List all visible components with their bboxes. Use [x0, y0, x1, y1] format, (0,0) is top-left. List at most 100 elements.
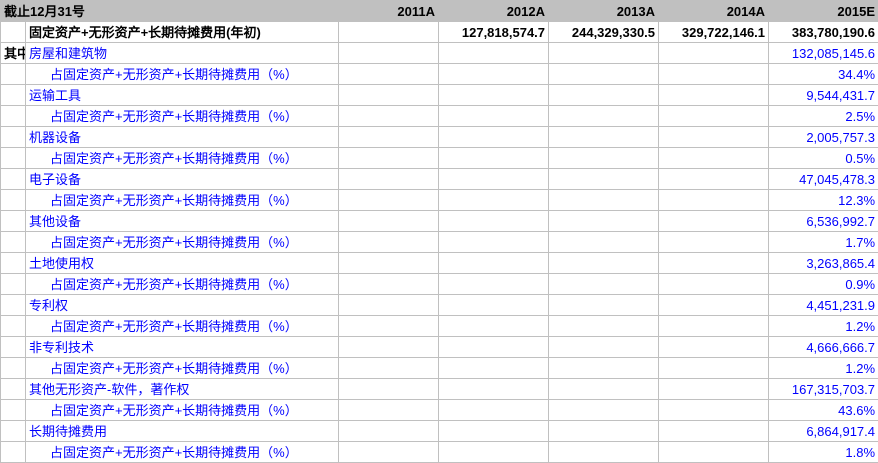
cell-empty[interactable] [549, 232, 659, 253]
item-value-2015[interactable]: 47,045,478.3 [769, 169, 878, 190]
cell-empty[interactable] [339, 232, 439, 253]
cell-empty[interactable] [659, 295, 769, 316]
ratio-label[interactable]: 占固定资产+无形资产+长期待摊费用（%） [26, 190, 339, 211]
cell-empty[interactable] [659, 253, 769, 274]
cell-empty[interactable] [659, 379, 769, 400]
cell-blank[interactable] [1, 400, 26, 421]
total-2014[interactable]: 329,722,146.1 [659, 22, 769, 43]
cell-blank[interactable] [1, 211, 26, 232]
item-value-2015[interactable]: 4,666,666.7 [769, 337, 878, 358]
cell-empty[interactable] [439, 85, 549, 106]
cell-blank[interactable] [1, 232, 26, 253]
item-label[interactable]: 其他设备 [26, 211, 339, 232]
cell-empty[interactable] [339, 169, 439, 190]
item-value-2015[interactable]: 132,085,145.6 [769, 43, 878, 64]
item-value-2015[interactable]: 6,864,917.4 [769, 421, 878, 442]
item-label[interactable]: 专利权 [26, 295, 339, 316]
cell-empty[interactable] [659, 190, 769, 211]
cell-blank[interactable] [1, 337, 26, 358]
total-2011[interactable] [339, 22, 439, 43]
cell-empty[interactable] [439, 442, 549, 463]
ratio-label[interactable]: 占固定资产+无形资产+长期待摊费用（%） [26, 106, 339, 127]
total-2012[interactable]: 127,818,574.7 [439, 22, 549, 43]
cell-empty[interactable] [549, 400, 659, 421]
cell-empty[interactable] [549, 358, 659, 379]
ratio-label[interactable]: 占固定资产+无形资产+长期待摊费用（%） [26, 64, 339, 85]
cell-empty[interactable] [439, 190, 549, 211]
cell-empty[interactable] [659, 232, 769, 253]
header-year-2012[interactable]: 2012A [439, 1, 549, 22]
cell-empty[interactable] [659, 358, 769, 379]
item-label[interactable]: 非专利技术 [26, 337, 339, 358]
ratio-label[interactable]: 占固定资产+无形资产+长期待摊费用（%） [26, 442, 339, 463]
cell-empty[interactable] [659, 85, 769, 106]
cell-empty[interactable] [439, 379, 549, 400]
cell-empty[interactable] [339, 316, 439, 337]
cell-empty[interactable] [439, 337, 549, 358]
cell-empty[interactable] [339, 43, 439, 64]
item-label[interactable]: 房屋和建筑物 [26, 43, 339, 64]
cell-empty[interactable] [549, 64, 659, 85]
item-label[interactable]: 电子设备 [26, 169, 339, 190]
cell-empty[interactable] [439, 358, 549, 379]
ratio-label[interactable]: 占固定资产+无形资产+长期待摊费用（%） [26, 400, 339, 421]
cell-empty[interactable] [549, 169, 659, 190]
cell-empty[interactable] [339, 64, 439, 85]
item-value-2015[interactable]: 167,315,703.7 [769, 379, 878, 400]
cell-empty[interactable] [659, 169, 769, 190]
cell-blank[interactable] [1, 442, 26, 463]
cell-blank[interactable] [1, 190, 26, 211]
cell-empty[interactable] [439, 295, 549, 316]
cell-blank[interactable] [1, 85, 26, 106]
cell-empty[interactable] [549, 148, 659, 169]
cell-empty[interactable] [659, 211, 769, 232]
total-2015[interactable]: 383,780,190.6 [769, 22, 878, 43]
cell-empty[interactable] [549, 379, 659, 400]
ratio-value-2015[interactable]: 12.3% [769, 190, 878, 211]
cell-empty[interactable] [549, 43, 659, 64]
ratio-value-2015[interactable]: 0.5% [769, 148, 878, 169]
cell-empty[interactable] [339, 127, 439, 148]
cell-empty[interactable] [549, 190, 659, 211]
ratio-value-2015[interactable]: 2.5% [769, 106, 878, 127]
cell-blank[interactable] [1, 106, 26, 127]
ratio-label[interactable]: 占固定资产+无形资产+长期待摊费用（%） [26, 316, 339, 337]
header-year-2014[interactable]: 2014A [659, 1, 769, 22]
ratio-label[interactable]: 占固定资产+无形资产+长期待摊费用（%） [26, 232, 339, 253]
ratio-value-2015[interactable]: 1.2% [769, 316, 878, 337]
cell-empty[interactable] [659, 64, 769, 85]
cell-empty[interactable] [339, 379, 439, 400]
total-2013[interactable]: 244,329,330.5 [549, 22, 659, 43]
item-label[interactable]: 长期待摊费用 [26, 421, 339, 442]
cell-empty[interactable] [439, 232, 549, 253]
cell-empty[interactable] [339, 85, 439, 106]
cell-blank[interactable] [1, 379, 26, 400]
cell-empty[interactable] [339, 148, 439, 169]
cell-empty[interactable] [339, 211, 439, 232]
item-label[interactable]: 其他无形资产-软件，著作权 [26, 379, 339, 400]
ratio-value-2015[interactable]: 1.7% [769, 232, 878, 253]
item-label[interactable]: 机器设备 [26, 127, 339, 148]
cell-blank[interactable] [1, 358, 26, 379]
row-prefix-label[interactable]: 其中： [1, 43, 26, 64]
cell-empty[interactable] [439, 316, 549, 337]
cell-empty[interactable] [659, 274, 769, 295]
cell-blank[interactable] [1, 274, 26, 295]
ratio-label[interactable]: 占固定资产+无形资产+长期待摊费用（%） [26, 274, 339, 295]
cell-blank[interactable] [1, 295, 26, 316]
header-year-2011[interactable]: 2011A [339, 1, 439, 22]
cell-empty[interactable] [549, 316, 659, 337]
cell-empty[interactable] [659, 421, 769, 442]
item-value-2015[interactable]: 6,536,992.7 [769, 211, 878, 232]
cell-empty[interactable] [549, 85, 659, 106]
ratio-label[interactable]: 占固定资产+无形资产+长期待摊费用（%） [26, 148, 339, 169]
cell-blank[interactable] [1, 316, 26, 337]
cell-empty[interactable] [439, 421, 549, 442]
cell-empty[interactable] [659, 43, 769, 64]
cell-blank[interactable] [1, 169, 26, 190]
item-value-2015[interactable]: 2,005,757.3 [769, 127, 878, 148]
cell-empty[interactable] [439, 400, 549, 421]
header-title[interactable]: 截止12月31号 [1, 1, 339, 22]
cell-empty[interactable] [339, 295, 439, 316]
cell-empty[interactable] [439, 274, 549, 295]
